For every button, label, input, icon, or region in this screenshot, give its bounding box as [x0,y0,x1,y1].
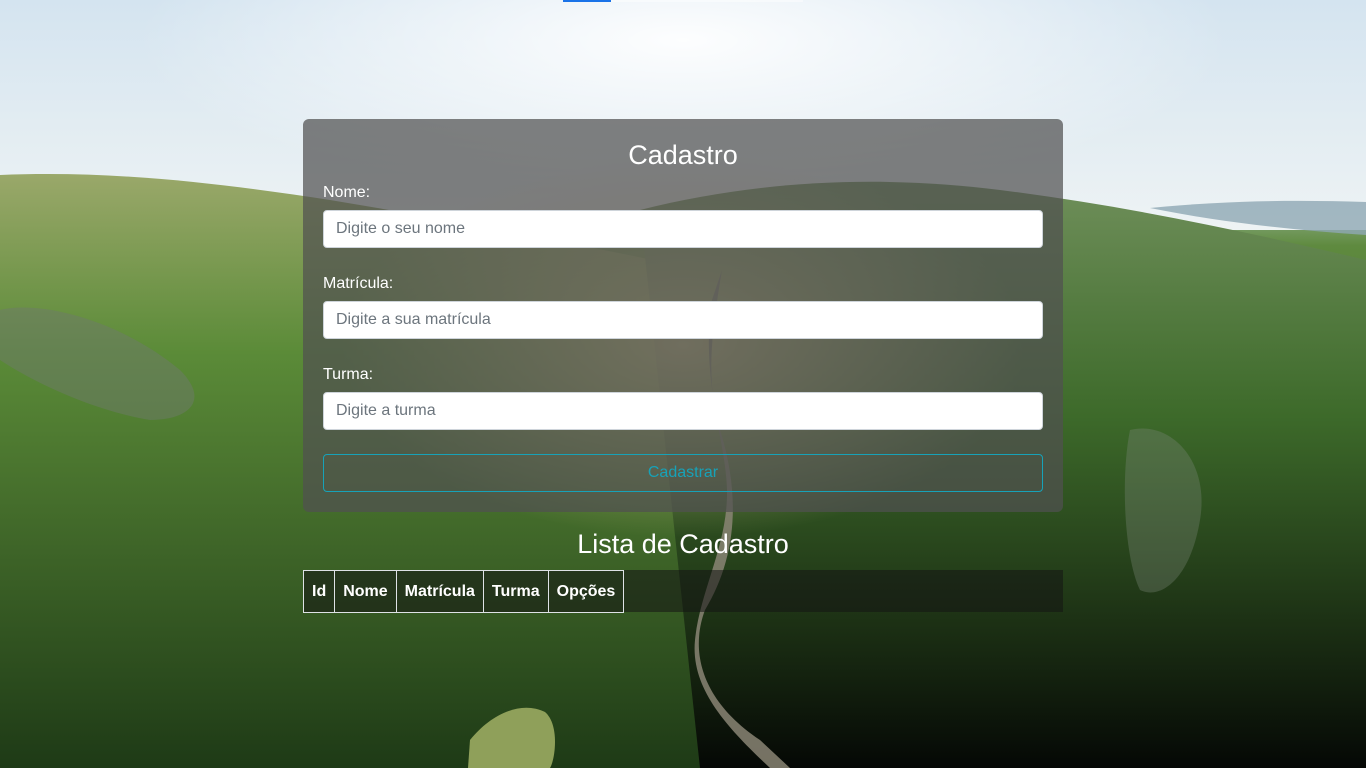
class-input[interactable] [323,392,1043,430]
form-title: Cadastro [628,140,738,170]
column-header-options: Opções [547,570,625,613]
column-header-registration-number: Matrícula [395,570,484,613]
registration-form: Cadastro Nome: Matrícula: Turma: Cadastr… [303,119,1063,512]
table-header-row: Id Nome Matrícula Turma Opções [302,570,625,613]
column-header-class: Turma [482,570,549,613]
registration-number-label: Matrícula: [323,275,394,292]
name-label: Nome: [323,184,371,201]
registration-number-input[interactable] [323,301,1043,339]
top-progress-fill [563,0,611,2]
column-header-name: Nome [334,570,397,613]
column-header-id: Id [302,570,336,613]
registration-table: Id Nome Matrícula Turma Opções [302,570,625,613]
top-progress-bar [563,0,803,2]
register-button[interactable]: Cadastrar [323,454,1043,492]
name-input[interactable] [323,210,1043,248]
class-label: Turma: [323,366,374,383]
list-title: Lista de Cadastro [577,529,789,559]
registration-table-container: Id Nome Matrícula Turma Opções [302,570,1063,613]
